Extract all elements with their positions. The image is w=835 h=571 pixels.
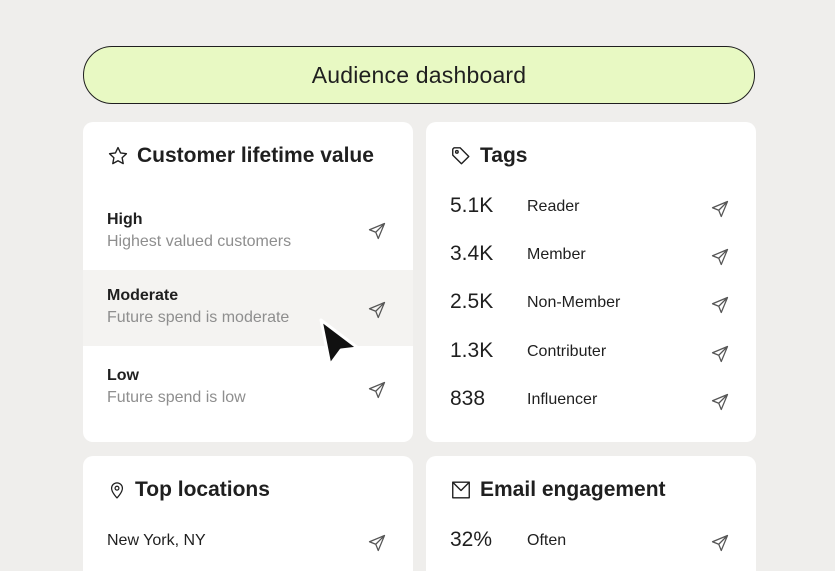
star-icon (107, 145, 129, 167)
send-icon[interactable] (710, 247, 730, 267)
tag-label: Contributer (527, 343, 607, 360)
send-icon[interactable] (367, 533, 387, 553)
send-icon[interactable] (710, 533, 730, 553)
email-card-header: Email engagement (450, 478, 666, 502)
send-icon[interactable] (710, 295, 730, 315)
tags-card-title: Tags (480, 144, 528, 167)
tag-label: Non-Member (527, 294, 621, 311)
tag-count: 5.1K (450, 194, 494, 217)
tag-row-reader[interactable]: 5.1K Reader (426, 184, 756, 232)
mouse-cursor-icon (316, 316, 364, 370)
customer-lifetime-value-card: Customer lifetime value High Highest val… (83, 122, 413, 442)
tag-count: 3.4K (450, 242, 494, 265)
clv-item-subtitle: Future spend is low (107, 389, 246, 406)
clv-card-title: Customer lifetime value (137, 144, 374, 167)
envelope-icon (450, 479, 472, 501)
send-icon[interactable] (710, 392, 730, 412)
clv-item-subtitle: Future spend is moderate (107, 309, 290, 326)
send-icon[interactable] (710, 199, 730, 219)
tag-count: 838 (450, 387, 486, 410)
locations-card-title: Top locations (135, 478, 270, 501)
send-icon[interactable] (367, 300, 387, 320)
clv-item-title: Moderate (107, 287, 179, 304)
clv-item-subtitle: Highest valued customers (107, 233, 292, 250)
locations-card-header: Top locations (107, 478, 270, 502)
tags-card: Tags 5.1K Reader 3.4K Member 2.5K Non-Me… (426, 122, 756, 442)
page-title: Audience dashboard (83, 46, 755, 104)
tag-label: Reader (527, 198, 580, 215)
tag-count: 1.3K (450, 339, 494, 362)
tag-icon (450, 145, 472, 167)
send-icon[interactable] (710, 344, 730, 364)
location-row[interactable]: New York, NY (83, 518, 413, 566)
email-row[interactable]: 32% Often (426, 518, 756, 566)
tag-row-member[interactable]: 3.4K Member (426, 232, 756, 280)
email-count: 32% (450, 528, 493, 551)
email-card-title: Email engagement (480, 478, 666, 501)
send-icon[interactable] (367, 221, 387, 241)
location-pin-icon (107, 479, 127, 501)
location-label: New York, NY (107, 532, 206, 549)
tags-card-header: Tags (450, 144, 527, 168)
top-locations-card: Top locations New York, NY (83, 456, 413, 571)
email-engagement-card: Email engagement 32% Often (426, 456, 756, 571)
tag-row-influencer[interactable]: 838 Influencer (426, 377, 756, 425)
tag-label: Influencer (527, 391, 598, 408)
clv-item-high[interactable]: High Highest valued customers (83, 194, 413, 270)
tag-row-non-member[interactable]: 2.5K Non-Member (426, 280, 756, 328)
email-label: Often (527, 532, 567, 549)
dashboard-canvas: Audience dashboard Customer lifetime val… (0, 0, 835, 571)
clv-card-header: Customer lifetime value (107, 144, 374, 168)
tag-row-contributer[interactable]: 1.3K Contributer (426, 329, 756, 377)
tag-label: Member (527, 246, 586, 263)
clv-item-title: Low (107, 367, 139, 384)
clv-item-title: High (107, 211, 143, 228)
tag-count: 2.5K (450, 290, 494, 313)
send-icon[interactable] (367, 380, 387, 400)
